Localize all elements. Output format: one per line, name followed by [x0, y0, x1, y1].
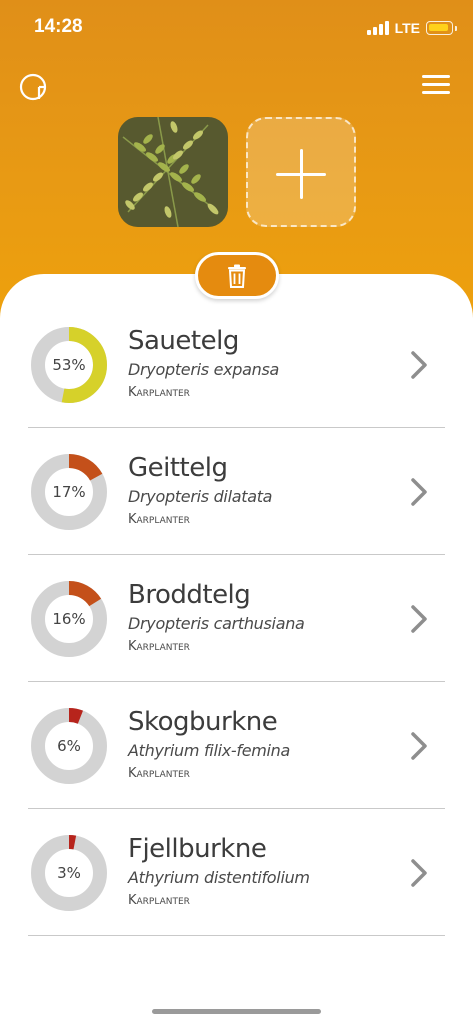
species-group: Karplanter [128, 893, 190, 908]
delete-photo-button[interactable] [195, 252, 279, 299]
species-group: Karplanter [128, 766, 190, 781]
fern-photo[interactable] [118, 117, 228, 227]
hamburger-menu-icon[interactable] [420, 72, 452, 98]
chevron-right-icon [411, 351, 427, 379]
chevron-right-icon [411, 478, 427, 506]
circle-logo-icon [19, 73, 47, 101]
species-latin-name: Dryopteris expansa [128, 360, 280, 379]
species-name: Geittelg [128, 453, 228, 483]
battery-icon [426, 21, 457, 35]
home-indicator[interactable] [152, 1009, 321, 1014]
status-bar: 14:28 LTE [0, 0, 473, 56]
add-photo-button[interactable] [246, 117, 356, 227]
network-type: LTE [394, 20, 420, 36]
result-row-2[interactable]: 16% Broddtelg Dryopteris carthusiana Kar… [0, 555, 473, 682]
species-latin-name: Athyrium distentifolium [128, 868, 310, 887]
species-group: Karplanter [128, 385, 190, 400]
species-name: Broddtelg [128, 580, 251, 610]
probability-label: 17% [52, 483, 86, 501]
chevron-right-icon [411, 859, 427, 887]
result-row-3[interactable]: 6% Skogburkne Athyrium filix-femina Karp… [0, 682, 473, 809]
result-row-1[interactable]: 17% Geittelg Dryopteris dilatata Karplan… [0, 428, 473, 555]
species-latin-name: Dryopteris carthusiana [128, 614, 305, 633]
status-indicators: LTE [366, 18, 457, 38]
species-group: Karplanter [128, 512, 190, 527]
species-name: Fjellburkne [128, 834, 267, 864]
chevron-right-icon [411, 605, 427, 633]
signal-icon [366, 21, 389, 35]
probability-label: 6% [57, 737, 81, 755]
result-row-0[interactable]: 53% Sauetelg Dryopteris expansa Karplant… [0, 301, 473, 428]
species-latin-name: Dryopteris dilatata [128, 487, 273, 506]
species-group: Karplanter [128, 639, 190, 654]
chevron-right-icon [411, 732, 427, 760]
probability-label: 53% [52, 356, 86, 374]
result-row-4[interactable]: 3% Fjellburkne Athyrium distentifolium K… [0, 809, 473, 936]
species-name: Skogburkne [128, 707, 278, 737]
row-divider [28, 935, 445, 936]
probability-label: 16% [52, 610, 86, 628]
trash-icon [228, 264, 246, 288]
status-time: 14:28 [34, 16, 83, 37]
results-list: 53% Sauetelg Dryopteris expansa Karplant… [0, 301, 473, 936]
species-latin-name: Athyrium filix-femina [128, 741, 291, 760]
probability-label: 3% [57, 864, 81, 882]
species-name: Sauetelg [128, 326, 239, 356]
